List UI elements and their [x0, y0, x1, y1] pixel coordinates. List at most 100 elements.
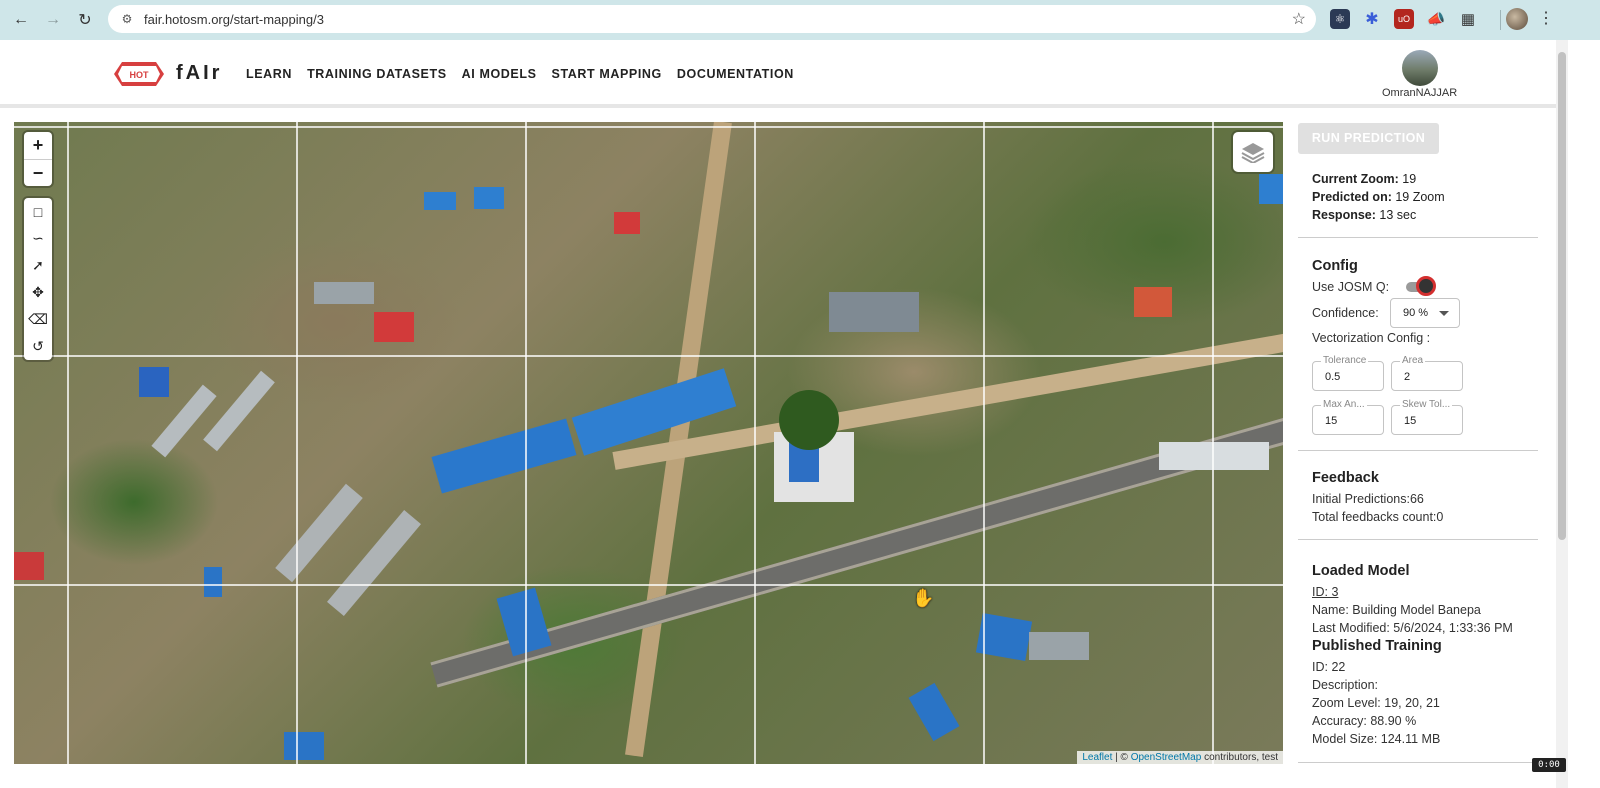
map-building: [829, 292, 919, 332]
training-zoom-level: Zoom Level: 19, 20, 21: [1312, 696, 1440, 710]
layers-icon: [1241, 143, 1265, 163]
osm-link[interactable]: OpenStreetMap: [1131, 752, 1202, 763]
draw-toolbar: □ ∽ ➚ ✥ ⌫ ↺: [24, 198, 52, 360]
address-bar[interactable]: ⚙ fair.hotosm.org/start-mapping/3 ☆: [108, 5, 1316, 33]
initial-predictions: Initial Predictions:66: [1312, 492, 1424, 506]
area-field[interactable]: Area 2: [1391, 355, 1463, 391]
predicted-on-value: 19 Zoom: [1391, 190, 1445, 204]
map-building: [14, 552, 44, 580]
divider: [1298, 762, 1538, 763]
map-building: [614, 212, 640, 234]
hot-logo-icon[interactable]: HOT: [114, 60, 164, 88]
confidence-label: Confidence:: [1312, 306, 1379, 320]
tolerance-field[interactable]: Tolerance 0.5: [1312, 355, 1384, 391]
map-building: [139, 367, 169, 397]
bookmark-star-icon[interactable]: ☆: [1292, 9, 1306, 29]
published-training-title: Published Training: [1312, 638, 1442, 654]
max-angle-value[interactable]: 15: [1325, 415, 1337, 427]
nav-learn[interactable]: LEARN: [246, 67, 292, 81]
area-value[interactable]: 2: [1404, 371, 1410, 383]
map-building: [1134, 287, 1172, 317]
training-accuracy: Accuracy: 88.90 %: [1312, 714, 1417, 728]
browser-menu-icon[interactable]: ⋮: [1538, 8, 1554, 28]
logo-text[interactable]: fAIr: [176, 62, 222, 85]
max-angle-label: Max An...: [1321, 399, 1367, 410]
skew-tolerance-value[interactable]: 15: [1404, 415, 1416, 427]
confidence-value: 90 %: [1403, 307, 1429, 319]
toolbar-divider: [1500, 10, 1501, 30]
loaded-model-details: ID: 3 Name: Building Model Banepa Last M…: [1312, 583, 1513, 637]
map-building: [374, 312, 414, 342]
forward-icon[interactable]: →: [40, 7, 66, 33]
nav-training-datasets[interactable]: TRAINING DATASETS: [307, 67, 447, 81]
training-description: Description:: [1312, 678, 1378, 692]
main-nav: LEARN TRAINING DATASETS AI MODELS START …: [246, 67, 794, 81]
url-text[interactable]: fair.hotosm.org/start-mapping/3: [144, 12, 324, 27]
draw-rectangle-icon[interactable]: □: [24, 198, 52, 225]
model-id-link[interactable]: ID: 3: [1312, 583, 1513, 601]
extension-megaphone-icon[interactable]: 📣: [1426, 9, 1446, 29]
user-name[interactable]: OmranNAJJAR: [1382, 87, 1457, 99]
map-building: [284, 732, 324, 760]
divider: [1298, 539, 1538, 540]
cut-polygon-icon[interactable]: ➚: [24, 252, 52, 279]
map-building: [908, 682, 960, 742]
nav-documentation[interactable]: DOCUMENTATION: [677, 67, 794, 81]
zoom-control: + −: [24, 132, 52, 186]
feedback-title: Feedback: [1312, 470, 1379, 486]
extension-gear-icon[interactable]: ✱: [1362, 9, 1382, 29]
draw-polyline-icon[interactable]: ∽: [24, 225, 52, 252]
predicted-on-label: Predicted on:: [1312, 190, 1392, 204]
move-icon[interactable]: ✥: [24, 279, 52, 306]
eraser-icon[interactable]: ⌫: [24, 306, 52, 333]
use-josm-label: Use JOSM Q:: [1312, 280, 1390, 294]
map-building: [204, 567, 222, 597]
confidence-select[interactable]: 90 %: [1390, 298, 1460, 328]
extension-react-icon[interactable]: ⚛: [1330, 9, 1350, 29]
nav-start-mapping[interactable]: START MAPPING: [552, 67, 662, 81]
zoom-out-button[interactable]: −: [24, 159, 52, 186]
divider: [1298, 237, 1538, 238]
zoom-in-button[interactable]: +: [24, 132, 52, 159]
extensions-puzzle-icon[interactable]: ▦: [1458, 9, 1478, 29]
use-josm-toggle[interactable]: [1404, 276, 1436, 296]
site-header: HOT fAIr LEARN TRAINING DATASETS AI MODE…: [0, 40, 1556, 108]
tolerance-label: Tolerance: [1321, 355, 1369, 366]
reload-icon[interactable]: ↻: [72, 7, 98, 33]
page-scrollbar[interactable]: [1556, 40, 1568, 788]
response-value: 13 sec: [1375, 208, 1417, 222]
training-model-size: Model Size: 124.11 MB: [1312, 732, 1441, 746]
leaflet-link[interactable]: Leaflet: [1082, 752, 1112, 763]
map-grid-line: [67, 122, 69, 764]
max-angle-field[interactable]: Max An... 15: [1312, 399, 1384, 435]
satellite-map[interactable]: + − □ ∽ ➚ ✥ ⌫ ↺ ✋ Leaflet | © OpenStreet…: [14, 122, 1283, 764]
back-icon[interactable]: ←: [8, 7, 34, 33]
total-feedbacks: Total feedbacks count:0: [1312, 510, 1444, 524]
nav-ai-models[interactable]: AI MODELS: [462, 67, 537, 81]
map-building: [327, 509, 421, 617]
map-grid-line: [296, 122, 298, 764]
map-grid-line: [14, 355, 1283, 357]
map-attribution: Leaflet | © OpenStreetMap contributors, …: [1077, 751, 1283, 764]
map-grid-line: [14, 584, 1283, 586]
map-grid-line: [525, 122, 527, 764]
map-building: [1159, 442, 1269, 470]
site-settings-icon[interactable]: ⚙: [118, 10, 136, 28]
extension-ublock-icon[interactable]: uO: [1394, 9, 1414, 29]
skew-tolerance-label: Skew Tol...: [1400, 399, 1453, 410]
current-zoom-label: Current Zoom:: [1312, 172, 1399, 186]
toggle-thumb: [1416, 276, 1436, 296]
skew-tolerance-field[interactable]: Skew Tol... 15: [1391, 399, 1463, 435]
tolerance-value[interactable]: 0.5: [1325, 371, 1340, 383]
browser-profile-avatar[interactable]: [1506, 8, 1528, 30]
map-building: [1029, 632, 1089, 660]
scrollbar-thumb[interactable]: [1558, 52, 1566, 540]
map-building: [474, 187, 504, 209]
chevron-down-icon: [1439, 311, 1449, 316]
rotate-icon[interactable]: ↺: [24, 333, 52, 360]
run-prediction-button[interactable]: RUN PREDICTION: [1298, 123, 1439, 154]
vectorization-label: Vectorization Config :: [1312, 331, 1431, 345]
user-avatar[interactable]: [1402, 50, 1438, 86]
layers-button[interactable]: [1233, 132, 1273, 172]
current-zoom-value: 19: [1398, 172, 1417, 186]
